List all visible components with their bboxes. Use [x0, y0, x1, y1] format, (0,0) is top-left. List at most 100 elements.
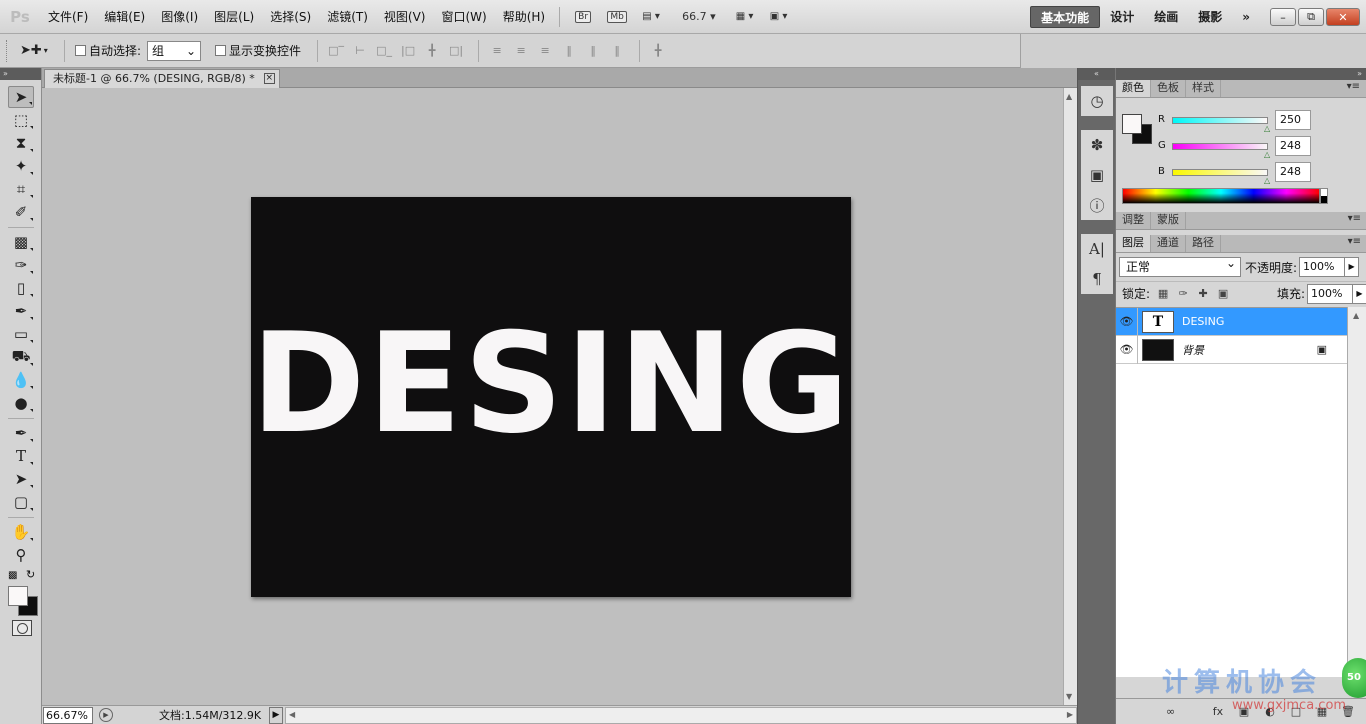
workspace-photography[interactable]: 摄影 — [1188, 6, 1232, 28]
zoom-field[interactable]: 66.67% — [43, 706, 93, 724]
align-right-edges-icon[interactable]: □| — [448, 44, 464, 58]
tab-channels[interactable]: 通道 — [1151, 235, 1186, 252]
healing-brush-tool[interactable]: ▩ — [8, 231, 34, 253]
distribute-top-icon[interactable]: ≡ — [489, 44, 505, 58]
pen-tool[interactable]: ✒ — [8, 422, 34, 444]
zoom-level-dropdown[interactable]: 66.7 ▾ — [682, 10, 716, 23]
scroll-left-icon[interactable]: ◀ — [289, 710, 295, 719]
layer-name[interactable]: 背景 — [1182, 342, 1204, 358]
link-layers-icon[interactable]: ∞ — [1166, 705, 1175, 718]
align-bottom-edges-icon[interactable]: □_ — [376, 44, 392, 58]
quick-selection-tool[interactable]: ✦ — [8, 155, 34, 177]
floating-badge[interactable]: 50 — [1342, 658, 1366, 698]
tab-paths[interactable]: 路径 — [1186, 235, 1221, 252]
tool-preset-picker[interactable]: ➤✚ ▾ — [20, 43, 54, 58]
distribute-bottom-icon[interactable]: ≡ — [537, 44, 553, 58]
align-horizontal-centers-icon[interactable]: ╋ — [424, 44, 440, 58]
history-brush-tool[interactable]: ✒ — [8, 300, 34, 322]
eyedropper-tool[interactable]: ✐ — [8, 201, 34, 223]
info-panel-icon[interactable]: ⓘ — [1081, 190, 1113, 220]
screen-mode-button[interactable]: ▣ ▾ — [768, 7, 790, 27]
opacity-field[interactable]: 100% — [1299, 257, 1346, 277]
swap-colors-icon[interactable]: ↻ — [26, 568, 35, 581]
view-extras-button[interactable]: ▤ ▾ — [640, 7, 662, 27]
paint-bucket-tool[interactable]: ⛟ — [8, 346, 34, 368]
status-menu-button[interactable]: ▶ — [269, 706, 283, 724]
icon-strip-collapse[interactable]: « — [1078, 68, 1115, 80]
red-slider-thumb[interactable]: △ — [1264, 124, 1270, 133]
canvas[interactable]: DESING — [251, 197, 851, 597]
canvas-horizontal-scrollbar[interactable]: ◀ ▶ — [285, 706, 1077, 724]
minimize-button[interactable]: – — [1270, 8, 1296, 26]
foreground-color-swatch[interactable] — [1122, 114, 1142, 134]
marquee-tool[interactable]: ⬚ — [8, 109, 34, 131]
scroll-down-icon[interactable]: ▼ — [1066, 692, 1072, 701]
visibility-eye-icon[interactable]: 👁 — [1116, 307, 1138, 336]
black-white-ramp[interactable] — [1320, 188, 1328, 204]
menu-file[interactable]: 文件(F) — [40, 0, 96, 34]
close-tab-icon[interactable]: × — [263, 73, 275, 84]
green-value-field[interactable]: 248 — [1275, 136, 1311, 156]
move-tool[interactable]: ➤ — [8, 86, 34, 108]
blue-slider-thumb[interactable]: △ — [1264, 176, 1270, 185]
tab-layers[interactable]: 图层 — [1116, 235, 1151, 252]
panels-collapse[interactable]: » — [1116, 68, 1366, 80]
menu-select[interactable]: 选择(S) — [262, 0, 319, 34]
scroll-right-icon[interactable]: ▶ — [1067, 710, 1073, 719]
menu-window[interactable]: 窗口(W) — [433, 0, 494, 34]
character-panel-icon[interactable]: A| — [1081, 234, 1113, 264]
mini-bridge-button[interactable]: Mb — [606, 7, 628, 27]
clone-stamp-tool[interactable]: ▯ — [8, 277, 34, 299]
scroll-up-icon[interactable]: ▲ — [1066, 92, 1072, 101]
red-slider[interactable] — [1172, 117, 1268, 124]
panel-menu-icon[interactable]: ▾≡ — [1348, 213, 1361, 224]
more-workspaces-button[interactable]: » — [1232, 6, 1260, 28]
canvas-vertical-scrollbar[interactable]: ▲ ▼ — [1063, 88, 1077, 705]
shape-tool[interactable]: ▢ — [8, 491, 34, 513]
green-slider[interactable] — [1172, 143, 1268, 150]
distribute-left-icon[interactable]: ‖ — [561, 44, 577, 58]
lock-transparency-icon[interactable]: ▦ — [1156, 287, 1170, 301]
lasso-tool[interactable]: ⧗ — [8, 132, 34, 154]
tab-masks[interactable]: 蒙版 — [1151, 212, 1186, 229]
blend-mode-dropdown[interactable]: 正常 — [1119, 254, 1241, 277]
histogram-panel-icon[interactable]: ▣ — [1081, 160, 1113, 190]
blue-value-field[interactable]: 248 — [1275, 162, 1311, 182]
distribute-vcenter-icon[interactable]: ≡ — [513, 44, 529, 58]
layer-name[interactable]: DESING — [1182, 315, 1224, 328]
menu-image[interactable]: 图像(I) — [153, 0, 206, 34]
navigator-panel-icon[interactable]: ✽ — [1081, 130, 1113, 160]
history-panel-icon[interactable]: ◷ — [1081, 86, 1113, 116]
panel-menu-icon[interactable]: ▾≡ — [1348, 236, 1361, 247]
hand-tool[interactable]: ✋ — [8, 521, 34, 543]
tab-swatches[interactable]: 色板 — [1151, 80, 1186, 97]
align-left-edges-icon[interactable]: |□ — [400, 44, 416, 58]
bridge-button[interactable]: Br — [572, 7, 594, 27]
workspace-painting[interactable]: 绘画 — [1144, 6, 1188, 28]
panel-menu-icon[interactable]: ▾≡ — [1347, 81, 1360, 92]
layer-style-icon[interactable]: fx — [1211, 705, 1225, 719]
red-value-field[interactable]: 250 — [1275, 110, 1311, 130]
green-slider-thumb[interactable]: △ — [1264, 150, 1270, 159]
lock-image-icon[interactable]: ✑ — [1176, 287, 1190, 301]
align-top-edges-icon[interactable]: □‾ — [328, 44, 344, 58]
blur-tool[interactable]: 💧 — [8, 369, 34, 391]
tab-styles[interactable]: 样式 — [1186, 80, 1221, 97]
menu-filter[interactable]: 滤镜(T) — [319, 0, 376, 34]
checkbox-box[interactable] — [215, 45, 227, 56]
canvas-text-layer[interactable]: DESING — [251, 303, 851, 464]
default-colors-icon[interactable]: ▩ — [8, 570, 17, 581]
blue-slider[interactable] — [1172, 169, 1268, 176]
checkbox-box[interactable] — [75, 45, 86, 56]
zoom-tool[interactable]: ⚲ — [8, 544, 34, 566]
layer-row-background[interactable]: 👁 背景 ▣ — [1116, 335, 1347, 364]
visibility-eye-icon[interactable]: 👁 — [1116, 335, 1138, 364]
menu-help[interactable]: 帮助(H) — [495, 0, 553, 34]
path-selection-tool[interactable]: ➤ — [8, 468, 34, 490]
status-info-icon[interactable]: ▶ — [99, 708, 113, 722]
foreground-color-swatch[interactable] — [8, 586, 28, 606]
lock-position-icon[interactable]: ✚ — [1196, 287, 1210, 301]
restore-button[interactable]: ⧉ — [1298, 8, 1324, 26]
close-button[interactable]: ✕ — [1326, 8, 1360, 26]
opacity-slider-button[interactable]: ▶ — [1345, 257, 1360, 277]
